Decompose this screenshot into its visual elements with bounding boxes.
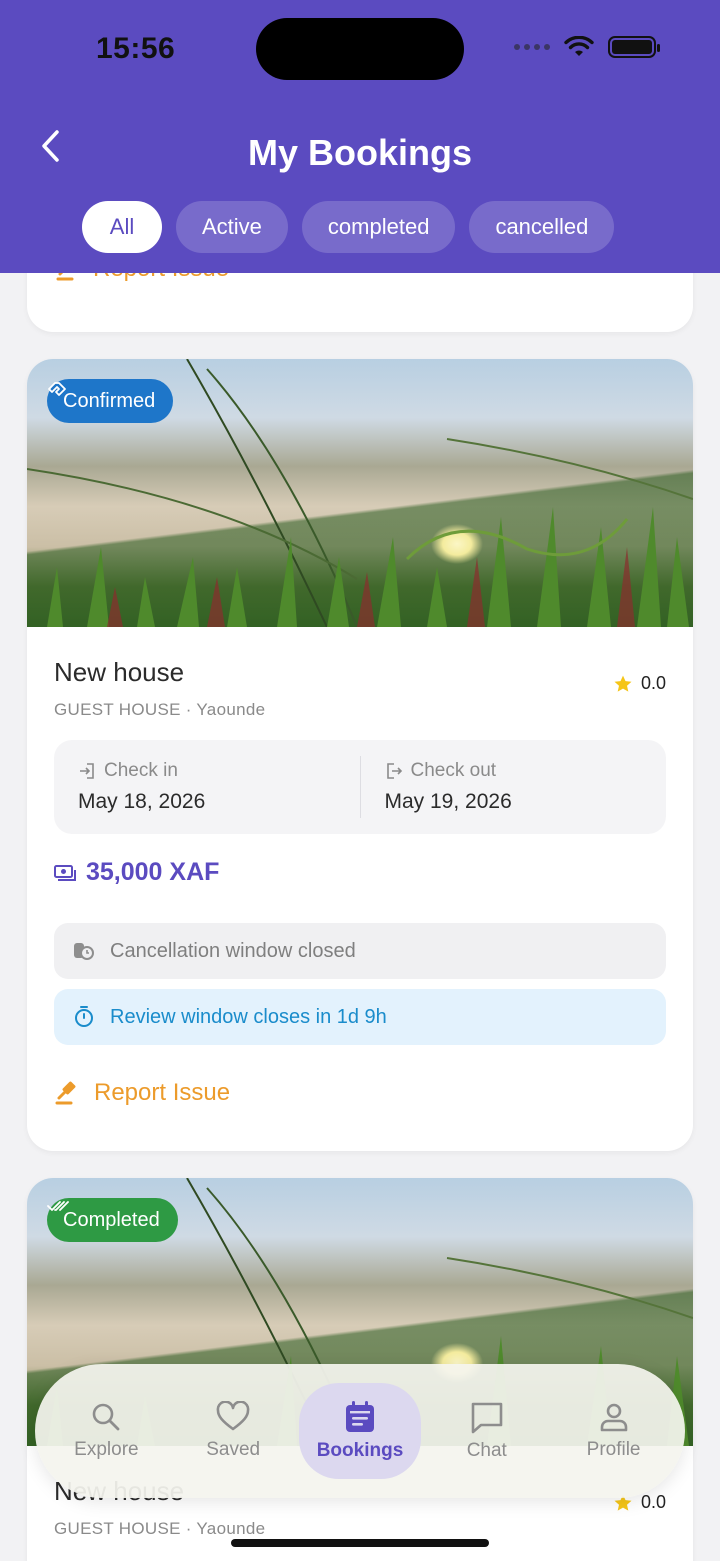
timer-lock-icon <box>74 943 94 960</box>
property-type-location: GUEST HOUSE · Yaounde <box>54 1519 266 1538</box>
status-time: 15:56 <box>96 32 176 65</box>
handshake-icon <box>48 382 66 396</box>
nav-profile[interactable]: Profile <box>553 1383 675 1479</box>
property-type-location: GUEST HOUSE · Yaounde <box>54 700 266 719</box>
cancellation-notice-text: Cancellation window closed <box>110 939 356 962</box>
star-icon <box>614 675 632 692</box>
check-out-date: May 19, 2026 <box>384 790 512 813</box>
status-badge-label: Confirmed <box>63 389 156 412</box>
nav-chat[interactable]: Chat <box>426 1383 548 1479</box>
wifi-icon <box>564 36 594 56</box>
rating: 0.0 <box>613 673 666 694</box>
filter-tabs: All Active completed cancelled <box>82 201 615 253</box>
check-in: Check in May 18, 2026 <box>54 740 360 834</box>
tab-all[interactable]: All <box>82 201 162 253</box>
home-indicator <box>231 1539 489 1547</box>
double-check-icon <box>47 1201 69 1211</box>
check-out: Check out May 19, 2026 <box>359 756 667 818</box>
property-photo: Confirmed <box>27 359 693 627</box>
property-name: New house <box>54 657 185 687</box>
nav-explore[interactable]: Explore <box>45 1383 167 1479</box>
stay-dates: Check in May 18, 2026 Check out May 19, … <box>54 740 666 834</box>
report-hammer-icon <box>55 1081 76 1105</box>
check-in-date: May 18, 2026 <box>78 790 206 813</box>
nav-bookings[interactable]: Bookings <box>298 1383 421 1479</box>
nav-profile-label: Profile <box>586 1439 641 1460</box>
status-badge-confirmed: Confirmed <box>47 379 174 423</box>
nav-bookings-label: Bookings <box>316 1440 404 1461</box>
cancellation-notice: Cancellation window closed <box>54 923 666 979</box>
review-notice: Review window closes in 1d 9h <box>54 989 666 1045</box>
nav-saved[interactable]: Saved <box>172 1383 294 1479</box>
login-icon <box>80 763 94 779</box>
rating-value: 0.0 <box>640 1492 666 1512</box>
tab-active[interactable]: Active <box>176 201 288 253</box>
search-icon <box>93 1403 120 1431</box>
dynamic-island <box>256 18 464 80</box>
battery-icon <box>608 36 660 58</box>
bottom-navigation: Explore Saved Bookings Chat Profile <box>35 1364 685 1498</box>
tab-completed[interactable]: completed <box>301 201 456 253</box>
money-icon <box>54 864 76 881</box>
chat-icon <box>471 1402 503 1434</box>
signal-icon <box>514 44 550 50</box>
status-badge-completed: Completed <box>47 1198 178 1242</box>
report-issue-label: Report Issue <box>94 1079 231 1106</box>
booking-card[interactable]: Confirmed New house GUEST HOUSE · Yaound… <box>27 359 693 1151</box>
tab-cancelled[interactable]: cancelled <box>469 201 615 253</box>
logout-icon <box>386 763 402 779</box>
check-out-label: Check out <box>410 760 497 781</box>
heart-icon <box>216 1401 250 1431</box>
check-in-label: Check in <box>104 760 178 781</box>
nav-saved-label: Saved <box>206 1439 261 1460</box>
rating-value: 0.0 <box>640 673 666 693</box>
app-header: 15:56 My Bookings All Active completed c… <box>0 0 720 273</box>
review-notice-text: Review window closes in 1d 9h <box>110 1005 387 1028</box>
stopwatch-icon <box>75 1006 93 1027</box>
nav-chat-label: Chat <box>466 1440 507 1461</box>
booking-price: 35,000 XAF <box>54 858 666 887</box>
person-icon <box>600 1403 627 1432</box>
status-icons <box>514 36 660 58</box>
report-issue-button[interactable]: Report Issue <box>54 1079 230 1107</box>
page-title: My Bookings <box>247 132 472 173</box>
calendar-icon <box>345 1401 374 1432</box>
price-value: 35,000 XAF <box>86 858 220 886</box>
nav-explore-label: Explore <box>74 1439 139 1460</box>
status-badge-label: Completed <box>63 1208 160 1231</box>
